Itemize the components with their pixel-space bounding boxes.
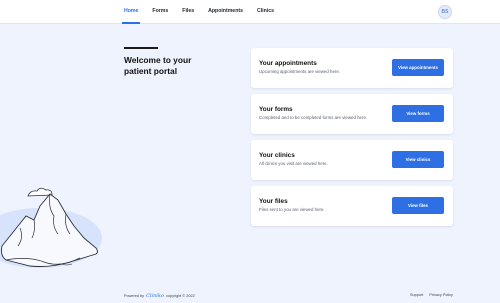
footer-powered-by: Powered by Cliniko copyright © 2022 (124, 293, 195, 299)
card-description: All clinics you visit are viewed here. (259, 161, 328, 166)
nav-item-appointments[interactable]: Appointments (208, 0, 243, 24)
card-title: Your forms (259, 106, 293, 113)
card-description: Files sent to you are viewed here. (259, 207, 325, 212)
clinics-card: Your clinics All clinics you visit are v… (251, 140, 453, 180)
mountain-illustration-icon (0, 187, 102, 268)
card-title: Your appointments (259, 60, 317, 67)
copyright-text: copyright © 2022 (165, 294, 195, 298)
privacy-policy-link[interactable]: Privacy Policy (429, 293, 453, 297)
view-appointments-button[interactable]: View appointments (392, 59, 444, 76)
view-files-button[interactable]: View files (392, 197, 444, 214)
card-description: Upcoming appointments are viewed here. (259, 69, 341, 74)
card-description: Completed and to be completed forms are … (259, 115, 368, 120)
card-title: Your clinics (259, 152, 295, 159)
main-nav: Home Forms Files Appointments Clinics (121, 0, 288, 24)
support-link[interactable]: Support (410, 293, 423, 297)
footer-links: Support Privacy Policy (410, 293, 459, 297)
card-title: Your files (259, 198, 288, 205)
forms-card: Your forms Completed and to be completed… (251, 94, 453, 134)
nav-item-forms[interactable]: Forms (152, 0, 168, 24)
user-avatar[interactable]: BS (438, 5, 452, 19)
welcome-divider (124, 47, 158, 49)
files-card: Your files Files sent to you are viewed … (251, 186, 453, 226)
nav-item-home[interactable]: Home (121, 0, 141, 24)
page-title: Welcome to your patient portal (124, 55, 192, 76)
powered-by-label: Powered by (124, 294, 145, 298)
view-forms-button[interactable]: View forms (392, 105, 444, 122)
view-clinics-button[interactable]: View clinics (392, 151, 444, 168)
top-navigation-bar: Home Forms Files Appointments Clinics BS (0, 0, 500, 24)
brand-logo[interactable]: Cliniko (146, 293, 164, 299)
nav-item-clinics[interactable]: Clinics (257, 0, 274, 24)
nav-item-files[interactable]: Files (182, 0, 194, 24)
appointments-card: Your appointments Upcoming appointments … (251, 48, 453, 88)
